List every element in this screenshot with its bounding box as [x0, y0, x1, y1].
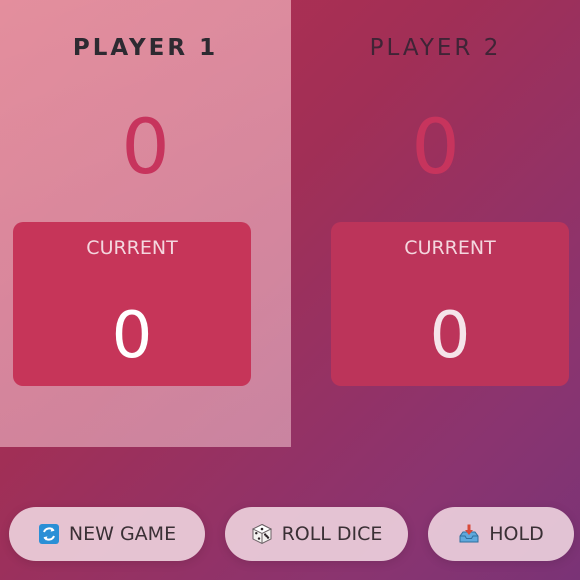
player-1-name: PLAYER 1	[72, 35, 219, 61]
new-game-label: NEW GAME	[68, 523, 177, 545]
player-2-current-score: 0	[429, 299, 471, 373]
player-2-score: 0	[411, 102, 460, 191]
dice-icon	[251, 523, 273, 545]
new-game-button[interactable]: NEW GAME	[9, 507, 205, 561]
refresh-icon	[38, 523, 60, 545]
hold-button[interactable]: HOLD	[428, 507, 574, 561]
player-1-current-score: 0	[111, 299, 153, 373]
player-2-name: PLAYER 2	[369, 35, 502, 61]
player-2-current-label: CURRENT	[404, 237, 496, 259]
player-2-current-box: CURRENT 0	[331, 222, 569, 386]
player-1-current-label: CURRENT	[86, 237, 178, 259]
player-2-panel: PLAYER 2 0 CURRENT 0	[291, 0, 580, 447]
hold-label: HOLD	[489, 523, 544, 545]
roll-dice-button[interactable]: ROLL DICE	[225, 507, 408, 561]
roll-dice-label: ROLL DICE	[281, 523, 383, 545]
player-1-current-box: CURRENT 0	[13, 222, 251, 386]
player-1-panel: PLAYER 1 0 CURRENT 0	[0, 0, 291, 447]
player-1-score: 0	[121, 102, 170, 191]
inbox-tray-icon	[458, 523, 480, 545]
